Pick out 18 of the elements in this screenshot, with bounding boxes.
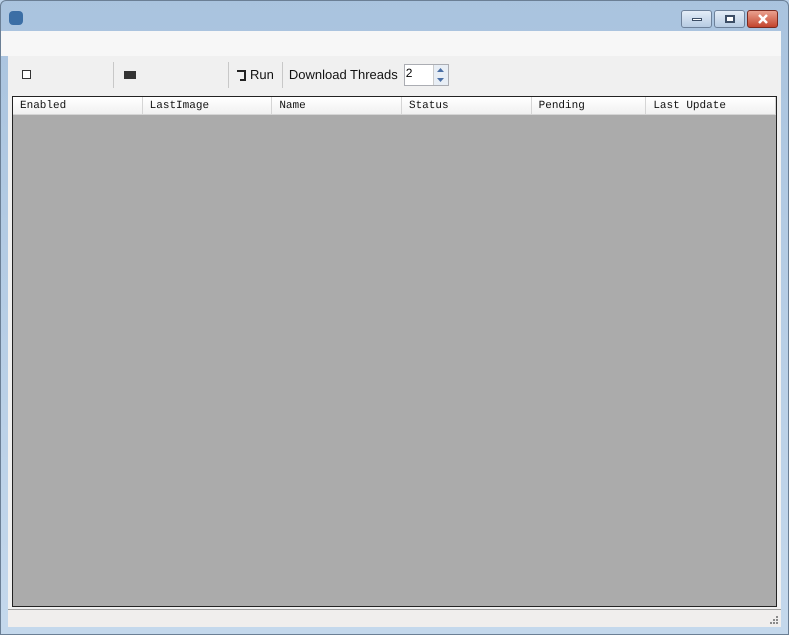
close-icon — [756, 14, 768, 24]
run-button[interactable]: Run — [235, 64, 276, 84]
column-header[interactable]: LastImage — [142, 97, 272, 114]
checkbox-icon — [22, 70, 31, 79]
spin-up-icon[interactable] — [437, 68, 444, 72]
threads-spinner[interactable]: 2 — [404, 64, 449, 86]
minimize-button[interactable] — [681, 10, 712, 28]
column-header[interactable]: Last Update — [646, 97, 776, 114]
column-header[interactable]: Pending — [532, 97, 646, 114]
spin-down-icon[interactable] — [437, 78, 444, 82]
maximize-button[interactable] — [714, 10, 745, 28]
download-threads-label: Download Threads — [288, 66, 398, 84]
resize-grip-icon[interactable] — [769, 615, 779, 625]
column-header[interactable]: Enabled — [13, 97, 143, 114]
app-icon — [9, 11, 23, 25]
close-button[interactable] — [747, 10, 778, 28]
column-header[interactable]: Name — [272, 97, 402, 114]
column-header[interactable]: Status — [402, 97, 532, 114]
